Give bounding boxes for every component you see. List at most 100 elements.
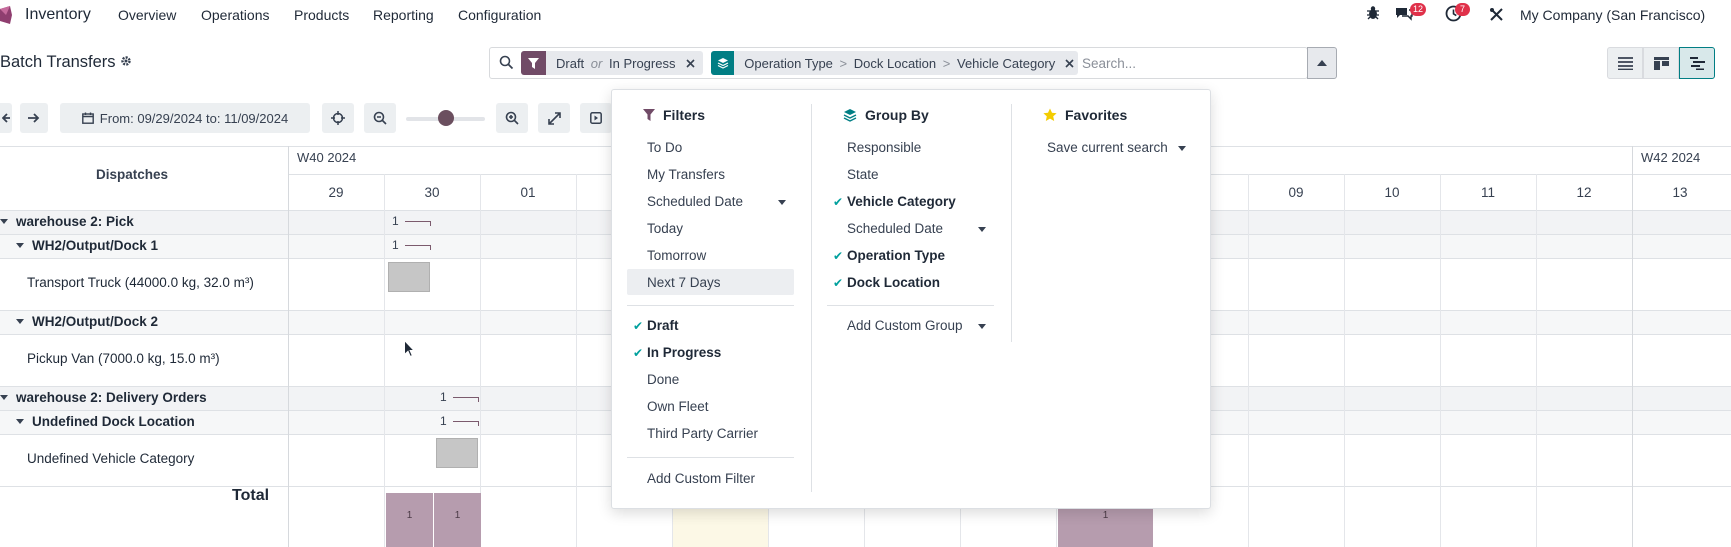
total-row-label: Total [232,487,270,504]
gear-icon[interactable] [120,55,132,67]
gantt-row-label: Transport Truck (44000.0 kg, 32.0 m³) [27,275,254,290]
caret-down-icon[interactable] [1178,146,1186,151]
page-title[interactable]: Batch Transfers [0,53,116,72]
total-count: 1 [1102,510,1109,521]
filter-funnel-icon [643,109,655,121]
search-input[interactable] [1082,54,1292,72]
group-count: 1 [392,214,399,228]
gantt-row-label: WH2/Output/Dock 1 [32,238,159,253]
groupby-vehicle-category[interactable]: Vehicle Category [847,194,956,209]
caret-down-icon[interactable] [978,324,986,329]
gantt-group-row[interactable]: WH2/Output/Dock 2 [16,314,158,329]
gantt-row-label: warehouse 2: Delivery Orders [16,390,207,405]
filter-funnel-icon [521,51,546,75]
tools-icon[interactable] [1489,7,1504,22]
filter-draft[interactable]: Draft [647,318,679,333]
gantt-record-bar[interactable] [436,438,478,468]
focus-today-button[interactable] [322,103,354,133]
group-count-pill: 1 [392,238,431,252]
play-button[interactable] [580,103,612,133]
remove-filter-facet-icon[interactable] [681,51,699,75]
day-label: 01 [520,185,536,200]
play-square-icon [590,112,602,124]
filter-scheduled-date[interactable]: Scheduled Date [647,194,743,209]
day-label: 29 [328,185,344,200]
groupby-responsible[interactable]: Responsible [847,140,921,155]
company-switcher[interactable]: My Company (San Francisco) [1520,7,1705,23]
zoom-out-button[interactable] [364,103,396,133]
group-count-pill: 1 [440,390,479,404]
save-current-search[interactable]: Save current search [1047,140,1168,155]
filter-done[interactable]: Done [647,372,679,387]
check-icon: ✔ [833,249,844,263]
gantt-row-label: warehouse 2: Pick [16,214,134,229]
gantt-view-button[interactable] [1679,47,1715,79]
day-label: 30 [424,185,440,200]
caret-down-icon [0,219,8,224]
filter-next-7-days[interactable]: Next 7 Days [647,275,721,290]
day-label: 09 [1288,185,1304,200]
gantt-group-row[interactable]: Undefined Dock Location [16,414,195,429]
gantt-row-label: Undefined Vehicle Category [27,451,195,466]
gantt-group-row[interactable]: WH2/Output/Dock 1 [16,238,158,253]
groupby-dock-location[interactable]: Dock Location [847,275,940,290]
zoom-in-button[interactable] [496,103,528,133]
group-count-pill: 1 [440,414,479,428]
date-range-picker[interactable]: From: 09/29/2024 to: 11/09/2024 [60,103,310,133]
facet-groupby-separator: > [942,55,951,71]
app-logo-icon[interactable] [0,6,12,24]
total-bar: 1 [434,493,481,547]
check-icon: ✔ [833,195,844,209]
filter-third-party-carrier[interactable]: Third Party Carrier [647,426,758,441]
groupby-state[interactable]: State [847,167,879,182]
search-options-toggle-button[interactable] [1307,47,1337,79]
groupby-operation-type[interactable]: Operation Type [847,248,945,263]
kanban-view-icon [1653,56,1669,70]
list-view-button[interactable] [1607,47,1643,79]
group-count: 1 [440,390,447,404]
gantt-record-bar[interactable] [388,262,430,292]
zoom-out-icon [373,111,387,125]
menu-reporting[interactable]: Reporting [373,7,434,23]
filter-own-fleet[interactable]: Own Fleet [647,399,709,414]
activities-count-badge: 7 [1455,3,1470,16]
gantt-group-row[interactable]: warehouse 2: Pick [0,214,134,229]
zoom-slider-handle[interactable] [437,110,454,126]
search-icon[interactable] [499,55,514,70]
menu-operations[interactable]: Operations [201,7,269,23]
filter-tomorrow[interactable]: Tomorrow [647,248,706,263]
menu-overview[interactable]: Overview [118,7,176,23]
filter-my-transfers[interactable]: My Transfers [647,167,725,182]
group-count-pill: 1 [392,214,431,228]
top-navbar: Inventory Overview Operations Products R… [0,0,1731,30]
add-custom-filter[interactable]: Add Custom Filter [647,471,755,486]
menu-products[interactable]: Products [294,7,349,23]
gantt-group-row[interactable]: warehouse 2: Delivery Orders [0,390,207,405]
expand-button[interactable] [538,103,570,133]
gantt-row: Undefined Vehicle Category [27,451,194,466]
crosshairs-icon [331,111,345,125]
arrow-left-icon [2,113,10,123]
previous-period-button[interactable] [0,103,12,133]
check-icon: ✔ [633,346,644,360]
remove-groupby-facet-icon[interactable] [1061,51,1078,75]
star-icon [1043,108,1057,121]
check-icon: ✔ [833,276,844,290]
gantt-view-icon [1689,56,1705,70]
facet-groupby-vehicle-category: Vehicle Category [956,55,1056,71]
gantt-rows-header: Dispatches [96,167,169,182]
kanban-view-button[interactable] [1643,47,1679,79]
filter-today[interactable]: Today [647,221,683,236]
menu-configuration[interactable]: Configuration [458,7,541,23]
app-name[interactable]: Inventory [25,6,91,24]
groupby-scheduled-date[interactable]: Scheduled Date [847,221,943,236]
caret-down-icon[interactable] [978,227,986,232]
next-period-button[interactable] [20,103,48,133]
filter-in-progress[interactable]: In Progress [647,345,721,360]
caret-down-icon[interactable] [778,200,786,205]
filter-to-do[interactable]: To Do [647,140,682,155]
group-count: 1 [440,414,447,428]
date-range-label: From: 09/29/2024 to: 11/09/2024 [99,110,289,126]
debug-bug-icon[interactable] [1366,5,1380,21]
add-custom-group[interactable]: Add Custom Group [847,318,963,333]
